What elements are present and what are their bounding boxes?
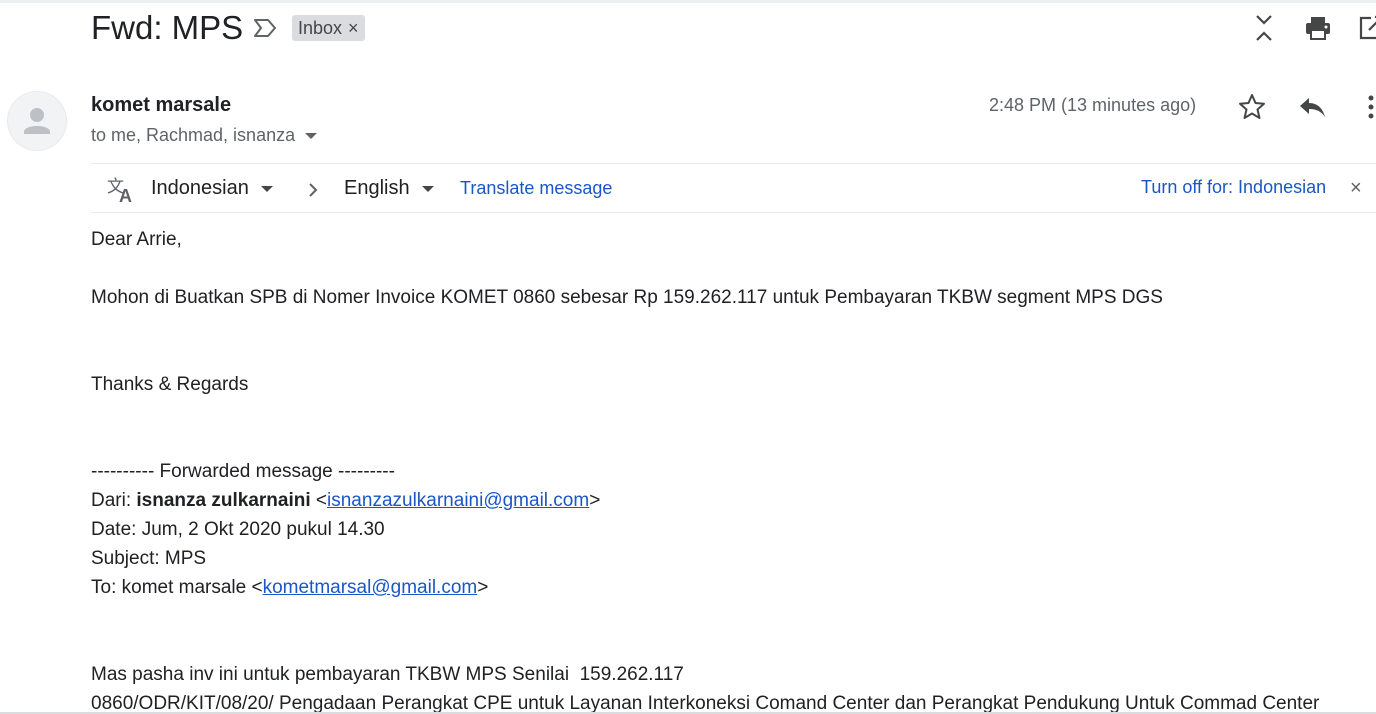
target-language-label: English [344,177,410,199]
star-icon[interactable] [1237,92,1267,122]
from-close-bracket: > [589,490,601,511]
chevron-right-icon [309,183,318,197]
top-divider [0,0,1376,3]
recipient-details-caret-icon[interactable] [305,132,318,139]
to-close-bracket: > [477,577,489,598]
sender-name[interactable]: komet marsale [91,94,231,117]
message-line-1: Mas pasha inv ini untuk pembayaran TKBW … [91,664,684,685]
message-line-2: 0860/ODR/KIT/08/20/ Pengadaan Perangkat … [91,693,1320,714]
recipients-text: to me, Rachmad, isnanza [91,125,296,145]
forwarded-subject-line: Subject: MPS [91,548,207,569]
turn-off-translation-link[interactable]: Turn off for: Indonesian [1141,177,1326,198]
translate-message-link[interactable]: Translate message [460,178,612,199]
open-in-new-window-icon[interactable] [1357,13,1376,43]
forwarded-from-line: Dari: isnanza zulkarnaini <isnanzazulkar… [91,490,600,512]
from-email-link[interactable]: isnanzazulkarnaini@gmail.com [327,490,589,511]
email-subject: Fwd: MPS [91,9,244,46]
source-language-select[interactable]: Indonesian [151,177,273,200]
target-language-select[interactable]: English [344,177,434,200]
forwarded-date-line: Date: Jum, 2 Okt 2020 pukul 14.30 [91,519,385,540]
person-icon [24,108,50,134]
target-language-caret-icon [421,185,434,192]
to-email-link[interactable]: kometmarsal@gmail.com [263,577,478,598]
source-language-caret-icon [260,185,273,192]
body-line-1: Mohon di Buatkan SPB di Nomer Invoice KO… [91,287,1163,308]
greeting: Dear Arrie, [91,229,182,250]
email-timestamp: 2:48 PM (13 minutes ago) [989,95,1197,115]
translate-icon: 文 A [107,177,132,204]
important-marker-icon[interactable] [252,16,278,40]
svg-text:A: A [119,186,132,204]
print-icon[interactable] [1304,13,1332,43]
from-name: isnanza zulkarnaini [136,490,311,511]
translate-bar: 文 A Indonesian English Translate message… [91,163,1376,213]
inbox-label-chip[interactable]: Inbox × [292,15,365,41]
from-label: Dari: [91,490,137,511]
to-label: To: komet marsale < [91,577,263,598]
inbox-label-text: Inbox [298,17,343,38]
sender-avatar[interactable] [7,91,67,151]
reply-icon[interactable] [1297,92,1327,122]
forwarded-header: ---------- Forwarded message --------- [91,461,395,482]
closing: Thanks & Regards [91,374,249,395]
close-translate-bar-icon[interactable]: × [1350,177,1362,200]
recipients-summary[interactable]: to me, Rachmad, isnanza [91,125,318,146]
source-language-label: Indonesian [151,177,249,199]
more-vert-icon[interactable] [1356,92,1376,122]
forwarded-to-line: To: komet marsale <kometmarsal@gmail.com… [91,577,488,599]
remove-label-icon[interactable]: × [348,18,359,39]
from-open-bracket: < [310,490,328,511]
collapse-all-icon[interactable] [1250,13,1278,43]
